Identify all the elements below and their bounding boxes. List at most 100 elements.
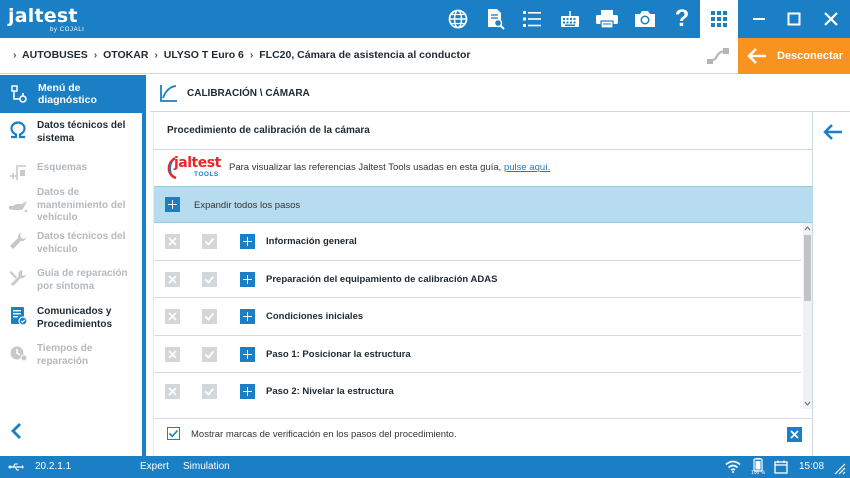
expand-all-plus-icon[interactable] [165, 197, 180, 212]
procedure-steps-list: Información general Preparación del equi… [154, 223, 801, 409]
expand-all-steps-row[interactable]: Expandir todos los pasos [154, 186, 813, 223]
sidebar-item-bulletins-procedures[interactable]: Comunicados y Procedimientos [0, 306, 142, 331]
expand-all-label: Expandir todos los pasos [194, 200, 301, 211]
camera-icon[interactable] [631, 5, 659, 33]
tools-logo-big: jaltest [174, 155, 221, 171]
keyboard-icon[interactable] [556, 5, 584, 33]
logo-text: jaltest [8, 5, 78, 27]
step-label: Información general [266, 236, 357, 247]
close-icon[interactable] [165, 234, 180, 249]
disconnect-button[interactable]: Desconectar [738, 38, 850, 74]
diagnostic-menu: Menú de diagnóstico Datos técnicos del s… [0, 75, 146, 456]
schematic-icon [10, 165, 26, 180]
expand-step-plus-icon[interactable] [240, 309, 255, 324]
apps-grid-icon[interactable] [700, 0, 738, 38]
sidebar-item-schematics[interactable]: Esquemas [0, 162, 142, 182]
check-icon[interactable] [202, 234, 217, 249]
omega-icon [10, 121, 26, 139]
scrollbar-thumb[interactable] [804, 235, 811, 301]
sidebar-header[interactable]: Menú de diagnóstico [0, 75, 142, 113]
tools-link[interactable]: pulse aquí. [504, 162, 550, 173]
document-search-icon[interactable] [481, 5, 509, 33]
scroll-up-icon[interactable] [804, 225, 811, 231]
check-icon[interactable] [202, 384, 217, 399]
resize-grip-icon[interactable] [832, 461, 846, 475]
sidebar-item-vehicle-technical-data[interactable]: Datos técnicos del vehículo [0, 231, 142, 256]
sidebar-item-symptom-repair-guide[interactable]: Guía de reparación por síntoma [0, 268, 142, 293]
breadcrumb-item[interactable]: FLC20, Cámara de asistencia al conductor [259, 49, 470, 61]
tools-info-text: Para visualizar las referencias Jaltest … [229, 162, 551, 173]
clock-text: 15:08 [799, 461, 825, 472]
step-row[interactable]: Preparación del equipamiento de calibrac… [154, 261, 801, 298]
expand-step-plus-icon[interactable] [240, 346, 255, 362]
breadcrumb-item[interactable]: ULYSO T Euro 6 [164, 49, 244, 61]
show-checkmarks-checkbox[interactable] [167, 427, 180, 440]
close-icon[interactable] [165, 271, 180, 287]
step-label: Paso 2: Nivelar la estructura [266, 386, 394, 397]
arrow-left-icon [747, 48, 766, 64]
connector-cable-icon [705, 45, 731, 67]
expand-step-plus-icon[interactable] [240, 271, 255, 287]
check-icon[interactable] [202, 271, 217, 287]
mode-text: Expert [140, 461, 169, 472]
show-checkmarks-label: Mostrar marcas de verificación en los pa… [191, 429, 457, 440]
right-rail [814, 112, 850, 456]
bulletin-icon [11, 307, 28, 326]
steps-scrollbar[interactable] [803, 223, 812, 409]
globe-icon[interactable] [444, 5, 472, 33]
wifi-icon [725, 460, 741, 473]
breadcrumb-item[interactable]: OTOKAR [103, 49, 148, 61]
check-icon[interactable] [202, 346, 217, 362]
version-text: 20.2.1.1 [35, 461, 72, 472]
list-icon[interactable] [518, 5, 546, 33]
minimize-icon[interactable] [744, 5, 774, 33]
jaltest-tools-row: jaltest TOOLS Para visualizar las refere… [154, 150, 813, 186]
usb-icon [8, 463, 24, 471]
close-icon[interactable] [816, 5, 846, 33]
step-label: Paso 1: Posicionar la estructura [266, 348, 411, 360]
printer-icon[interactable] [593, 5, 621, 33]
back-arrow-icon[interactable] [822, 123, 844, 141]
jaltest-tools-logo: jaltest TOOLS [165, 155, 221, 180]
calibration-icon [160, 85, 177, 102]
diagnostic-menu-icon [11, 85, 27, 103]
expand-step-plus-icon[interactable] [240, 384, 255, 399]
section-header: CALIBRACIÓN \ CÁMARA [150, 75, 850, 112]
show-checkmarks-row: Mostrar marcas de verificación en los pa… [154, 418, 813, 448]
step-row[interactable]: Condiciones iniciales [154, 298, 801, 336]
back-chevron-icon[interactable] [9, 421, 25, 441]
check-icon[interactable] [202, 309, 217, 324]
procedure-title: Procedimiento de calibración de la cámar… [167, 125, 370, 136]
tools-logo-small: TOOLS [194, 171, 219, 178]
top-toolbar: jaltest by COJALI ? [0, 0, 850, 38]
wrench-icon [10, 232, 27, 249]
sidebar-item-maintenance-data[interactable]: Datos de mantenimiento del vehículo [0, 187, 142, 225]
step-row[interactable]: Información general [154, 223, 801, 261]
step-row[interactable]: Paso 1: Posicionar la estructura [154, 336, 801, 373]
step-label: Condiciones iniciales [266, 311, 364, 322]
calendar-icon [774, 460, 788, 474]
close-icon[interactable] [165, 384, 180, 399]
scroll-down-icon[interactable] [804, 401, 811, 407]
disconnect-label: Desconectar [777, 50, 844, 62]
clock-gear-icon [10, 346, 28, 362]
maximize-icon[interactable] [779, 5, 809, 33]
help-icon[interactable]: ? [668, 5, 696, 33]
breadcrumb-item[interactable]: AUTOBUSES [22, 49, 88, 61]
simulation-text: Simulation [183, 461, 230, 472]
jaltest-logo: jaltest by COJALI [8, 5, 84, 33]
step-label: Preparación del equipamiento de calibrac… [266, 273, 498, 285]
close-icon[interactable] [165, 346, 180, 362]
close-icon[interactable] [787, 427, 802, 442]
step-row[interactable]: Paso 2: Nivelar la estructura [154, 373, 801, 409]
close-icon[interactable] [165, 309, 180, 324]
oil-can-icon [9, 201, 28, 213]
sidebar-item-repair-times[interactable]: Tiempos de reparación [0, 343, 142, 368]
expand-step-plus-icon[interactable] [240, 234, 255, 249]
breadcrumb: › AUTOBUSES › OTOKAR › ULYSO T Euro 6 › … [13, 49, 471, 61]
battery-percent: 100 % [751, 470, 766, 476]
sidebar-header-label: Menú de diagnóstico [37, 82, 97, 106]
procedure-title-row: Procedimiento de calibración de la cámar… [154, 112, 813, 150]
sidebar-item-system-technical-data[interactable]: Datos técnicos del sistema [0, 120, 142, 145]
status-bar: 20.2.1.1 Expert Simulation 100 % 15:08 [0, 456, 850, 478]
